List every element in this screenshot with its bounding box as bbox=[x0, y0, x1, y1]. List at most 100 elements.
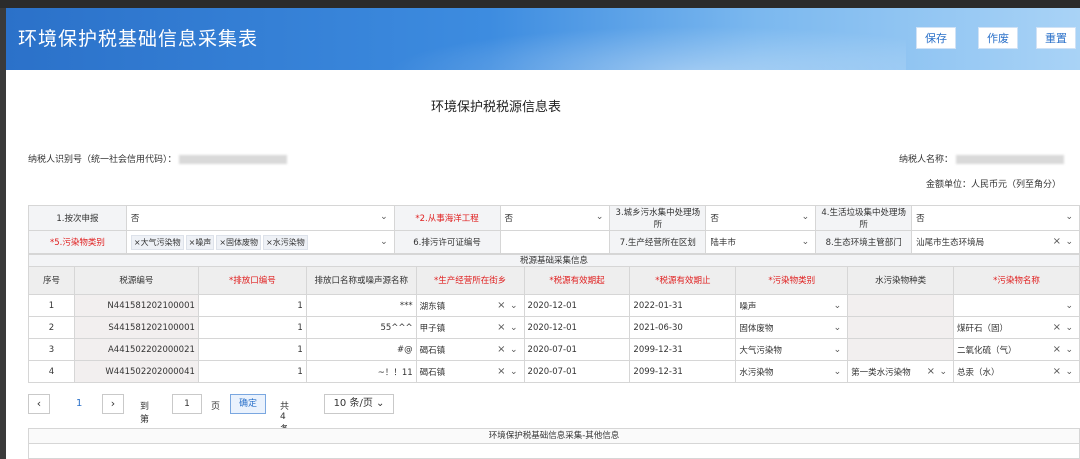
chevron-down-icon: ⌄ bbox=[833, 301, 842, 311]
pollutant-name-select-value: 总汞（水） bbox=[957, 367, 1000, 378]
water-type-select bbox=[847, 294, 955, 317]
form-page: 环境保护税税源信息表 纳税人识别号（统一社会信用代码）： 纳税人名称： 金额单位… bbox=[6, 70, 1080, 459]
col-header-category-text: *污染物类别 bbox=[768, 275, 816, 286]
start-date-input[interactable]: 2020-12-01 bbox=[523, 294, 631, 317]
next-page-button[interactable]: › bbox=[102, 394, 124, 414]
pollutant-name-select[interactable]: 总汞（水） × ⌄ bbox=[953, 360, 1080, 383]
outlet-name-input-value: *** bbox=[399, 300, 413, 311]
end-date-input-value: 2022-01-31 bbox=[633, 300, 683, 311]
town-select-value: 碣石镇 bbox=[419, 367, 446, 378]
taxpayer-id-label: 纳税人识别号（统一社会信用代码）： bbox=[28, 155, 177, 165]
tag-noise[interactable]: ×噪声 bbox=[185, 234, 215, 250]
category-select[interactable]: 固体废物 ⌄ bbox=[735, 316, 849, 339]
table-row: 1 N441581202100001 1 *** 湖东镇 × ⌄ 2020-12-01 2022… bbox=[28, 294, 1080, 317]
taxpayer-name-field: 纳税人名称： bbox=[899, 152, 1064, 165]
tax-source-code: S441581202100001 bbox=[73, 316, 199, 339]
clear-icon[interactable]: × bbox=[1053, 322, 1061, 333]
tag-water[interactable]: ×水污染物 bbox=[263, 234, 308, 250]
col-header-port: *排放口编号 bbox=[197, 266, 307, 295]
clear-icon[interactable]: × bbox=[1053, 366, 1061, 377]
outlet-name-input-value: ~！！11 bbox=[377, 367, 413, 378]
outlet-number-input[interactable]: 1 bbox=[197, 294, 307, 317]
reset-button[interactable]: 重置 bbox=[1036, 27, 1076, 49]
clear-icon[interactable]: × bbox=[1053, 236, 1061, 247]
clear-icon[interactable]: × bbox=[497, 322, 505, 333]
outlet-name-input[interactable]: #@ bbox=[305, 338, 417, 361]
water-type-select[interactable]: 第一类水污染物 × ⌄ bbox=[847, 360, 955, 383]
town-select[interactable]: 湖东镇 × ⌄ bbox=[415, 294, 525, 317]
other-info-row bbox=[28, 444, 1080, 459]
permit-number-input[interactable] bbox=[499, 230, 611, 254]
sewage-plant-select[interactable]: 否 ⌄ bbox=[705, 205, 817, 231]
start-date-input[interactable]: 2020-07-01 bbox=[523, 338, 631, 361]
document-title: 环境保护税税源信息表 bbox=[430, 100, 561, 115]
outlet-number-input[interactable]: 1 bbox=[197, 338, 307, 361]
marine-engineering-select[interactable]: 否 ⌄ bbox=[499, 205, 611, 231]
clear-icon[interactable]: × bbox=[927, 366, 935, 377]
section-heading: 税源基础采集信息 bbox=[28, 254, 1080, 266]
clear-icon[interactable]: × bbox=[497, 344, 505, 355]
end-date-input[interactable]: 2099-12-31 bbox=[629, 338, 737, 361]
window-top-strip bbox=[0, 0, 1080, 8]
pollutant-category-label: *5.污染物类别 bbox=[28, 230, 127, 254]
outlet-name-input-value: #@ bbox=[397, 344, 413, 355]
end-date-input[interactable]: 2099-12-31 bbox=[629, 360, 737, 383]
on-demand-select[interactable]: 否 ⌄ bbox=[125, 205, 395, 231]
pollutant-name-select[interactable]: 二氧化硫（气） × ⌄ bbox=[953, 338, 1080, 361]
tax-source-code: N441581202100001 bbox=[73, 294, 199, 317]
category-select[interactable]: 噪声 ⌄ bbox=[735, 294, 849, 317]
row-number: 3 bbox=[28, 338, 75, 361]
garbage-plant-select[interactable]: 否 ⌄ bbox=[911, 205, 1080, 231]
pollutant-category-multiselect[interactable]: ×大气污染物 ×噪声 ×固体废物 ×水污染物 ⌄ bbox=[125, 230, 395, 254]
outlet-number-input[interactable]: 1 bbox=[197, 360, 307, 383]
col-header-end-text: *税源有效期止 bbox=[655, 275, 711, 286]
pollutant-name-select[interactable]: ⌄ bbox=[953, 294, 1080, 317]
eco-authority-select[interactable]: 汕尾市生态环境局 × ⌄ bbox=[911, 230, 1080, 254]
table-row: 3 A441502202000021 1 #@ 碣石镇 × ⌄ 2020-07-01 2099-… bbox=[28, 338, 1080, 361]
start-date-input-value: 2020-07-01 bbox=[527, 366, 577, 377]
pollutant-category-text: *5.污染物类别 bbox=[50, 238, 105, 248]
start-date-input[interactable]: 2020-12-01 bbox=[523, 316, 631, 339]
town-select[interactable]: 甲子镇 × ⌄ bbox=[415, 316, 525, 339]
end-date-input[interactable]: 2022-01-31 bbox=[629, 294, 737, 317]
goto-confirm-button[interactable]: 确定 bbox=[230, 394, 266, 414]
tax-source-code-value: A441502202000021 bbox=[107, 344, 195, 355]
town-select-value: 湖东镇 bbox=[419, 301, 446, 312]
town-select[interactable]: 碣石镇 × ⌄ bbox=[415, 338, 525, 361]
outlet-name-input[interactable]: 55^^^ bbox=[305, 316, 417, 339]
category-select[interactable]: 水污染物 ⌄ bbox=[735, 360, 849, 383]
business-district-select[interactable]: 陆丰市 ⌄ bbox=[705, 230, 817, 254]
page-size-select[interactable]: 10 条/页 ⌄ bbox=[324, 394, 394, 414]
chevron-down-icon: ⌄ bbox=[509, 323, 518, 333]
clear-icon[interactable]: × bbox=[497, 300, 505, 311]
pollutant-name-select[interactable]: 煤矸石（固） × ⌄ bbox=[953, 316, 1080, 339]
chevron-down-icon: ⌄ bbox=[509, 367, 518, 377]
col-header-no: 序号 bbox=[28, 266, 75, 295]
current-page[interactable]: 1 bbox=[76, 398, 82, 409]
col-header-pollutant: *污染物名称 bbox=[953, 266, 1080, 295]
start-date-input[interactable]: 2020-07-01 bbox=[523, 360, 631, 383]
outlet-name-input[interactable]: ~！！11 bbox=[305, 360, 417, 383]
chevron-down-icon: ⌄ bbox=[595, 212, 604, 222]
void-button[interactable]: 作废 bbox=[978, 27, 1018, 49]
tag-solid-waste[interactable]: ×固体废物 bbox=[216, 234, 262, 250]
clear-icon[interactable]: × bbox=[1053, 344, 1061, 355]
save-button[interactable]: 保存 bbox=[916, 27, 956, 49]
tax-source-code-value: N441581202100001 bbox=[107, 300, 195, 311]
col-header-start: *税源有效期起 bbox=[523, 266, 631, 295]
outlet-number-input[interactable]: 1 bbox=[197, 316, 307, 339]
prev-page-button[interactable]: ‹ bbox=[28, 394, 50, 414]
clear-icon[interactable]: × bbox=[497, 366, 505, 377]
goto-page-input[interactable]: 1 bbox=[172, 394, 202, 414]
tag-air[interactable]: ×大气污染物 bbox=[130, 234, 184, 250]
category-select-value: 水污染物 bbox=[739, 367, 774, 378]
end-date-input[interactable]: 2021-06-30 bbox=[629, 316, 737, 339]
outlet-name-input-value: 55^^^ bbox=[380, 322, 413, 333]
town-select[interactable]: 碣石镇 × ⌄ bbox=[415, 360, 525, 383]
outlet-name-input[interactable]: *** bbox=[305, 294, 417, 317]
page-suffix: 页 bbox=[211, 402, 221, 412]
chevron-down-icon: ⌄ bbox=[1065, 237, 1073, 247]
category-select[interactable]: 大气污染物 ⌄ bbox=[735, 338, 849, 361]
chevron-down-icon: ⌄ bbox=[1065, 323, 1073, 333]
business-district-label: 7.生产经营所在区划 bbox=[609, 230, 707, 254]
